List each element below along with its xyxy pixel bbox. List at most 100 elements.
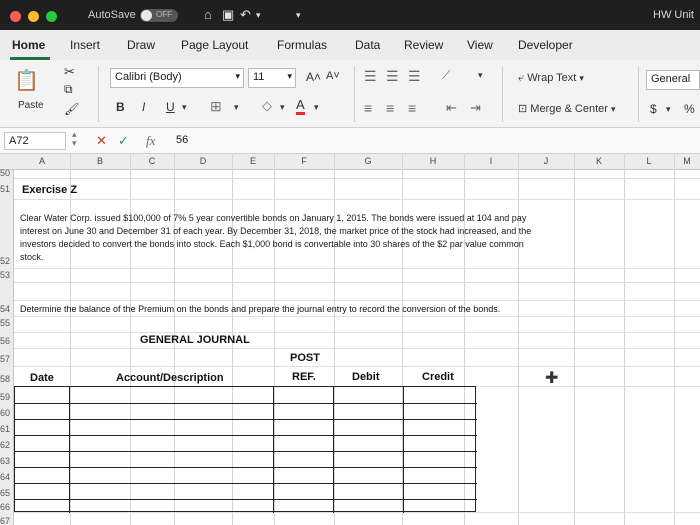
increase-indent-icon[interactable]: ⇥ bbox=[470, 100, 481, 116]
cancel-entry-icon[interactable]: ✕ bbox=[96, 133, 107, 149]
row-number[interactable]: 65 bbox=[0, 488, 14, 498]
italic-button[interactable]: I bbox=[142, 100, 145, 114]
exercise-title[interactable]: Exercise Z bbox=[22, 184, 77, 196]
tab-view[interactable]: View bbox=[467, 38, 493, 52]
column-header[interactable]: K bbox=[574, 156, 624, 166]
ref-header[interactable]: REF. bbox=[292, 371, 316, 383]
tab-review[interactable]: Review bbox=[404, 38, 443, 52]
align-right-icon[interactable]: ≡ bbox=[408, 100, 416, 116]
wrap-text-button[interactable]: ⤶ Wrap Text ▾ bbox=[518, 72, 584, 85]
debit-header[interactable]: Debit bbox=[352, 371, 380, 383]
minimize-window-button[interactable] bbox=[28, 11, 39, 22]
tab-developer[interactable]: Developer bbox=[518, 38, 573, 52]
row-number[interactable]: 54 bbox=[0, 304, 14, 314]
font-size-select[interactable]: 11 ▾ bbox=[248, 68, 296, 88]
credit-header[interactable]: Credit bbox=[422, 371, 454, 383]
row-number[interactable]: 66 bbox=[0, 502, 14, 512]
row-number[interactable]: 57 bbox=[0, 354, 14, 364]
row-number[interactable]: 67 bbox=[0, 516, 14, 525]
home-icon[interactable]: ⌂ bbox=[204, 7, 212, 22]
column-header[interactable]: E bbox=[232, 156, 274, 166]
paste-label[interactable]: Paste bbox=[18, 100, 44, 111]
account-header[interactable]: Account/Description bbox=[116, 372, 224, 384]
underline-button[interactable]: U bbox=[166, 100, 175, 114]
align-left-icon[interactable]: ≡ bbox=[364, 100, 372, 116]
insert-function-button[interactable]: fx bbox=[146, 133, 155, 149]
post-header[interactable]: POST bbox=[290, 352, 320, 364]
percent-format-button[interactable]: % bbox=[684, 102, 695, 116]
align-top-icon[interactable]: ☰ bbox=[364, 68, 377, 85]
orientation-dropdown-icon[interactable]: ▾ bbox=[478, 70, 483, 81]
shrink-font-button[interactable]: A˅ bbox=[326, 70, 340, 82]
column-header[interactable]: M bbox=[674, 156, 700, 166]
number-format-select[interactable]: General bbox=[646, 70, 700, 90]
align-center-icon[interactable]: ≡ bbox=[386, 100, 394, 116]
fill-color-dropdown-icon[interactable]: ▾ bbox=[280, 102, 285, 113]
row-number[interactable]: 55 bbox=[0, 318, 14, 328]
journal-title[interactable]: GENERAL JOURNAL bbox=[140, 334, 250, 346]
copy-icon[interactable]: ⧉ bbox=[64, 82, 73, 97]
font-color-icon[interactable]: A bbox=[296, 98, 305, 115]
orientation-icon[interactable]: ⟋ bbox=[442, 68, 450, 83]
column-header[interactable]: L bbox=[624, 156, 674, 166]
format-painter-icon[interactable]: 🖌 bbox=[64, 102, 79, 116]
row-number[interactable]: 51 bbox=[0, 184, 14, 194]
grow-font-button[interactable]: A˄ bbox=[306, 70, 321, 84]
column-header[interactable]: C bbox=[130, 156, 174, 166]
close-window-button[interactable] bbox=[10, 11, 21, 22]
tab-home[interactable]: Home bbox=[12, 38, 45, 52]
tab-insert[interactable]: Insert bbox=[70, 38, 100, 52]
row-number[interactable]: 62 bbox=[0, 440, 14, 450]
paste-icon[interactable]: 📋 bbox=[14, 68, 39, 93]
column-header[interactable]: F bbox=[274, 156, 334, 166]
formula-value[interactable]: 56 bbox=[176, 134, 188, 146]
borders-dropdown-icon[interactable]: ▾ bbox=[234, 102, 239, 113]
tab-page-layout[interactable]: Page Layout bbox=[181, 38, 248, 52]
merge-center-button[interactable]: ⊡ Merge & Center ▾ bbox=[518, 102, 616, 115]
font-name-select[interactable]: Calibri (Body) ▾ bbox=[110, 68, 244, 88]
currency-dropdown-icon[interactable]: ▾ bbox=[666, 104, 671, 115]
row-number[interactable]: 58 bbox=[0, 374, 14, 384]
customize-toolbar-icon[interactable]: ▾ bbox=[296, 10, 301, 21]
decrease-indent-icon[interactable]: ⇤ bbox=[446, 100, 457, 116]
row-number[interactable]: 63 bbox=[0, 456, 14, 466]
column-header[interactable]: A bbox=[14, 156, 70, 166]
font-color-dropdown-icon[interactable]: ▾ bbox=[314, 102, 319, 113]
row-number[interactable]: 50 bbox=[0, 168, 14, 178]
save-icon[interactable]: ▣ bbox=[222, 7, 234, 23]
instruction-text[interactable]: Determine the balance of the Premium on … bbox=[20, 304, 500, 314]
row-number[interactable]: 60 bbox=[0, 408, 14, 418]
column-header[interactable]: G bbox=[334, 156, 402, 166]
column-header[interactable]: H bbox=[402, 156, 464, 166]
row-number[interactable]: 53 bbox=[0, 270, 14, 280]
fill-color-icon[interactable]: ◇ bbox=[262, 98, 272, 114]
name-box[interactable]: A72 bbox=[4, 132, 66, 150]
date-header[interactable]: Date bbox=[30, 372, 54, 384]
cut-icon[interactable]: ✂ bbox=[64, 64, 75, 80]
column-header[interactable]: B bbox=[70, 156, 130, 166]
undo-dropdown-icon[interactable]: ▾ bbox=[256, 10, 261, 21]
align-middle-icon[interactable]: ☰ bbox=[386, 68, 399, 85]
zoom-window-button[interactable] bbox=[46, 11, 57, 22]
tab-data[interactable]: Data bbox=[355, 38, 380, 52]
tab-formulas[interactable]: Formulas bbox=[277, 38, 327, 52]
currency-format-button[interactable]: $ bbox=[650, 102, 657, 116]
tab-draw[interactable]: Draw bbox=[127, 38, 155, 52]
row-number[interactable]: 64 bbox=[0, 472, 14, 482]
column-header[interactable]: I bbox=[464, 156, 518, 166]
column-header[interactable]: J bbox=[518, 156, 574, 166]
autosave-toggle[interactable]: OFF bbox=[140, 9, 178, 22]
confirm-entry-icon[interactable]: ✓ bbox=[118, 133, 129, 149]
undo-icon[interactable]: ↶ bbox=[240, 7, 251, 23]
name-box-stepper-icon[interactable]: ▴ ▾ bbox=[72, 130, 77, 148]
row-number[interactable]: 59 bbox=[0, 392, 14, 402]
journal-table[interactable] bbox=[14, 386, 477, 513]
align-bottom-icon[interactable]: ☰ bbox=[408, 68, 421, 85]
bold-button[interactable]: B bbox=[116, 100, 125, 114]
row-number[interactable]: 56 bbox=[0, 336, 14, 346]
column-header[interactable]: D bbox=[174, 156, 232, 166]
underline-dropdown-icon[interactable]: ▾ bbox=[182, 102, 187, 113]
row-number[interactable]: 61 bbox=[0, 424, 14, 434]
problem-paragraph[interactable]: Clear Water Corp. issued $100,000 of 7% … bbox=[20, 212, 568, 264]
row-number[interactable]: 52 bbox=[0, 256, 14, 266]
